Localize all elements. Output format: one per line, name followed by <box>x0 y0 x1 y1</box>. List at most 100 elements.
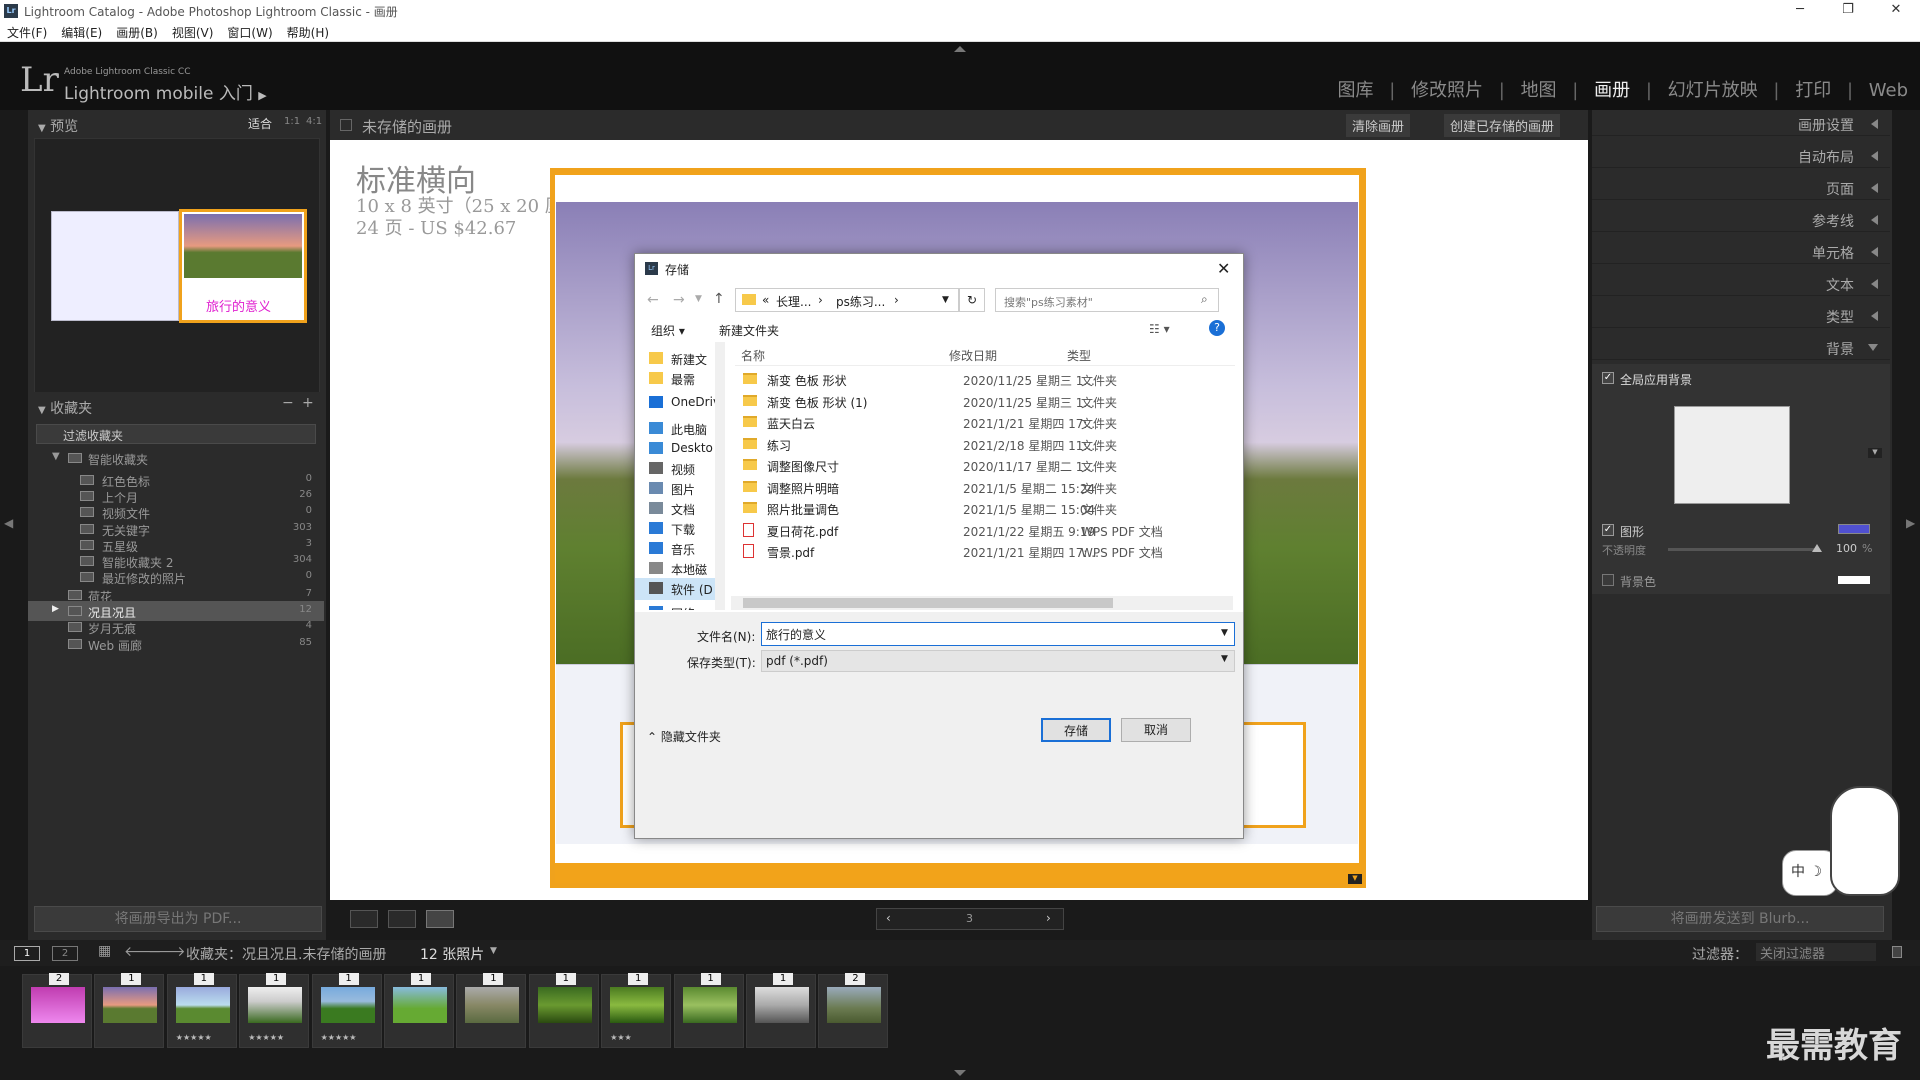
hide-folders-toggle[interactable]: ⌃ 隐藏文件夹 <box>647 728 721 745</box>
file-row[interactable]: 照片批量调色 2021/1/5 星期二 15:04 文件夹 <box>733 498 1213 519</box>
filmstrip-thumb[interactable]: 2 <box>22 973 92 1048</box>
menu-help[interactable]: 帮助(H) <box>280 22 336 43</box>
filetype-select[interactable]: pdf (*.pdf) <box>761 650 1235 672</box>
file-row[interactable]: 蓝天白云 2021/1/21 星期四 17:... 文件夹 <box>733 412 1213 433</box>
filmstrip-thumb[interactable]: 1 ★★★ <box>601 973 672 1048</box>
collections-panel-header[interactable]: ▼ 收藏夹 − + <box>28 392 326 418</box>
organize-menu[interactable]: 组织 ▾ <box>651 322 685 339</box>
nav-scrollbar[interactable] <box>715 342 725 610</box>
zoom-fit[interactable]: 适合 <box>248 115 272 132</box>
page-menu-icon[interactable]: ▼ <box>1348 874 1362 884</box>
scroll-thumb[interactable] <box>743 598 1113 608</box>
add-collection-button[interactable]: + <box>302 395 314 411</box>
smart-collections-set[interactable]: ▼ 智能收藏夹 <box>28 448 324 468</box>
filetype-dropdown-icon[interactable]: ▼ <box>1221 654 1228 664</box>
file-row[interactable]: 渐变 色板 形状 2020/11/25 星期三 1... 文件夹 <box>733 369 1213 390</box>
module-web[interactable]: Web <box>1869 80 1908 101</box>
module-develop[interactable]: 修改照片 <box>1411 80 1483 101</box>
col-name[interactable]: 名称 <box>741 347 765 364</box>
create-saved-book-button[interactable]: 创建已存储的画册 <box>1444 114 1561 137</box>
filmstrip-thumb[interactable]: 1 <box>94 973 165 1048</box>
bg-color-checkbox[interactable] <box>1602 574 1614 586</box>
file-row[interactable]: 练习 2021/2/18 星期四 11:... 文件夹 <box>733 434 1213 455</box>
right-section-header[interactable]: 单元格 <box>1592 238 1890 264</box>
filmstrip-thumb[interactable]: 1 <box>456 973 527 1048</box>
right-section-header[interactable]: 自动布局 <box>1592 142 1890 168</box>
top-panel-toggle-icon[interactable] <box>954 46 966 52</box>
menu-edit[interactable]: 编辑(E) <box>54 22 109 43</box>
col-type[interactable]: 类型 <box>1067 347 1091 364</box>
menu-file[interactable]: 文件(F) <box>0 22 54 43</box>
right-section-header[interactable]: 参考线 <box>1592 206 1890 232</box>
opacity-slider-track[interactable] <box>1668 548 1818 551</box>
menu-window[interactable]: 窗口(W) <box>220 22 279 43</box>
address-dropdown-icon[interactable]: ▼ <box>942 295 949 305</box>
search-icon[interactable]: ⌕ <box>1201 292 1208 307</box>
single-page-view-icon[interactable] <box>426 910 454 928</box>
path-segment-1[interactable]: 长理... <box>776 293 811 310</box>
graphic-checkbox[interactable]: ✓ <box>1602 524 1614 536</box>
maximize-icon[interactable]: ❐ <box>1828 2 1868 17</box>
minimize-icon[interactable]: ─ <box>1780 2 1820 17</box>
background-graphic-well[interactable] <box>1674 406 1790 504</box>
file-row[interactable]: 调整照片明暗 2021/1/5 星期二 15:24 文件夹 <box>733 477 1213 498</box>
spread-view-icon[interactable] <box>388 910 416 928</box>
main-window-button[interactable]: 1 <box>14 946 40 961</box>
module-book[interactable]: 画册 <box>1594 80 1630 101</box>
filter-collections-input[interactable]: 过滤收藏夹 <box>36 424 316 444</box>
graphic-color-swatch[interactable] <box>1838 524 1870 534</box>
filter-lock-icon[interactable] <box>1892 946 1902 958</box>
bg-color-swatch[interactable] <box>1838 576 1870 584</box>
multi-page-view-icon[interactable] <box>350 910 378 928</box>
forward-icon[interactable]: → <box>673 292 685 308</box>
photo-count[interactable]: 12 张照片 <box>420 944 484 964</box>
filmstrip-thumb[interactable]: 1 ★★★★★ <box>311 973 382 1048</box>
grid-icon[interactable]: ▦ <box>98 943 111 959</box>
right-section-header[interactable]: 类型 <box>1592 302 1890 328</box>
module-slideshow[interactable]: 幻灯片放映 <box>1668 80 1758 101</box>
export-pdf-button[interactable]: 将画册导出为 PDF... <box>34 906 322 932</box>
filmstrip-thumb[interactable]: 1 ★★★★★ <box>239 973 310 1048</box>
preview-panel-header[interactable]: ▼ 预览 适合 1:1 4:1 <box>28 110 326 136</box>
col-date[interactable]: 修改日期 <box>949 347 997 364</box>
module-print[interactable]: 打印 <box>1795 80 1831 101</box>
bottom-panel-toggle-icon[interactable] <box>954 1070 966 1076</box>
close-icon[interactable]: ✕ <box>1876 2 1916 17</box>
search-input[interactable]: 搜索"ps练习素材" <box>995 288 1219 312</box>
prev-page-icon[interactable]: ‹ <box>886 911 891 925</box>
horizontal-scrollbar[interactable] <box>731 596 1233 610</box>
cancel-button[interactable]: 取消 <box>1121 718 1191 742</box>
file-row[interactable]: 雪景.pdf 2021/1/21 星期四 17:... WPS PDF 文档 <box>733 541 1213 562</box>
back-icon[interactable]: ← <box>647 292 659 308</box>
new-folder-button[interactable]: 新建文件夹 <box>719 322 779 339</box>
send-to-blurb-button[interactable]: 将画册发送到 Blurb... <box>1596 906 1884 932</box>
apply-all-checkbox[interactable]: ✓ <box>1602 372 1614 384</box>
left-panel-toggle-icon[interactable]: ◀ <box>4 516 13 530</box>
filter-dropdown[interactable]: 关闭过滤器 <box>1756 943 1876 962</box>
next-page-icon[interactable]: › <box>1046 911 1051 925</box>
filmstrip-thumb[interactable]: 2 <box>818 973 889 1048</box>
right-section-header[interactable]: 文本 <box>1592 270 1890 296</box>
filmstrip-thumb[interactable]: 1 <box>528 973 599 1048</box>
clear-book-button[interactable]: 清除画册 <box>1346 114 1411 137</box>
file-row[interactable]: 调整图像尺寸 2020/11/17 星期二 1... 文件夹 <box>733 455 1213 476</box>
dialog-close-icon[interactable]: ✕ <box>1217 259 1230 278</box>
zoom-1-1[interactable]: 1:1 <box>284 116 300 127</box>
filename-dropdown-icon[interactable]: ▼ <box>1221 628 1228 638</box>
filename-input[interactable]: 旅行的意义 <box>761 622 1235 646</box>
recent-dropdown-icon[interactable]: ▼ <box>695 294 702 304</box>
nav-item[interactable]: 软件 (D <box>635 578 715 600</box>
zoom-4-1[interactable]: 4:1 <box>306 116 322 127</box>
refresh-icon[interactable]: ↻ <box>959 288 985 312</box>
remove-collection-button[interactable]: − <box>282 395 294 411</box>
right-section-header[interactable]: 画册设置 <box>1592 110 1890 136</box>
opacity-value[interactable]: 100 <box>1836 542 1857 555</box>
forward-arrow-icon[interactable]: 🡒 <box>148 943 186 960</box>
module-map[interactable]: 地图 <box>1521 80 1557 101</box>
second-window-button[interactable]: 2 <box>52 946 78 961</box>
address-bar[interactable]: « 长理... › ps练习... › ▼ <box>735 288 959 312</box>
path-segment-2[interactable]: ps练习... <box>836 293 885 310</box>
menu-book[interactable]: 画册(B) <box>109 22 165 43</box>
collection-item[interactable]: Web 画廊 85 <box>28 634 324 654</box>
filmstrip-thumb[interactable]: 1 <box>384 973 454 1048</box>
